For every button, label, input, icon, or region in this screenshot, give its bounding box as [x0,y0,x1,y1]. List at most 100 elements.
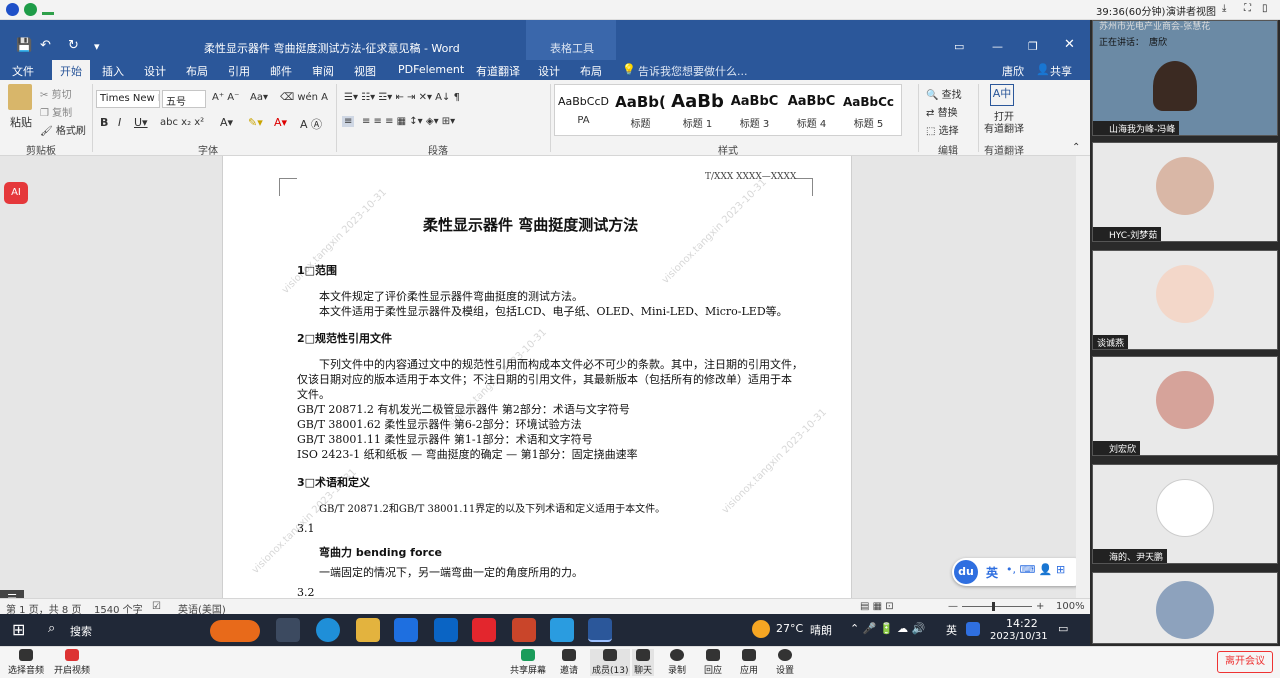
share-button[interactable]: 共享 [1050,63,1072,79]
clock-time[interactable]: 14:22 [1006,617,1038,630]
info-icon[interactable] [6,3,19,16]
taskbar-search[interactable]: 搜索 [70,623,92,639]
speaker-tile[interactable]: 苏州市光电产业商会-张慧花 正在讲话： 唐欣 山海我为峰-冯峰 [1092,20,1278,136]
leave-meeting-button[interactable]: 离开会议 [1217,651,1273,673]
participant-tile[interactable]: 海的、尹天鹏 [1092,464,1278,564]
underline-button[interactable]: U▾ [134,116,148,129]
meeting-app-icon[interactable] [394,618,418,642]
save-icon[interactable]: 💾 [16,38,32,53]
zoom-level[interactable]: 100% [1056,601,1085,612]
strikethrough-button[interactable]: abc x₂ x² [160,117,204,128]
youdao-translate-button[interactable]: 有道翻译 [984,120,1024,135]
record-button[interactable]: 录制 [668,649,686,676]
baidu-ime-icon[interactable]: du [954,560,978,584]
zoom-slider[interactable] [962,606,1032,607]
invite-button[interactable]: 邀请 [560,649,578,676]
view-mode-button[interactable]: 演讲者视图 [1166,3,1216,18]
tab-layout[interactable]: 布局 [186,63,208,79]
tray-ime[interactable]: 英 [946,622,957,638]
powerpoint-icon[interactable] [512,618,536,642]
style-heading3[interactable]: AaBbC 标题 3 [726,89,783,130]
youdao-icon[interactable] [472,618,496,642]
task-view-icon[interactable] [276,618,300,642]
outlook-icon[interactable] [434,618,458,642]
font-size-combo[interactable]: 五号 [162,90,206,108]
tab-design[interactable]: 设计 [144,63,166,79]
tab-review[interactable]: 审阅 [312,63,334,79]
translate-icon[interactable]: A中 [990,84,1014,106]
apps-button[interactable]: 应用 [740,649,758,676]
proofing-icon[interactable]: ☑ [152,601,161,612]
participant-tile[interactable]: 谈诚燕 [1092,250,1278,350]
paste-button[interactable]: 粘贴 [10,114,32,130]
tell-me-search[interactable]: 告诉我您想要做什么... [638,63,748,79]
style-heading1[interactable]: AaBb 标题 1 [669,89,726,130]
share-icon[interactable]: 👤 [1036,63,1050,76]
ime-tools-icons[interactable]: •, ⌨ 👤 ⊞ [1006,563,1065,576]
align-buttons[interactable]: ≡ ≡ ≡ ▦ ↕▾ ◈▾ ⊞▾ [362,116,455,127]
text-effects-button[interactable]: A▾ [220,116,233,129]
app-icon[interactable] [550,618,574,642]
baidu-tray-icon[interactable] [966,622,980,636]
ribbon-display-icon[interactable]: ▭ [954,40,964,53]
clear-format-icon[interactable]: ⌫ wén A [280,92,328,103]
edge-icon[interactable] [316,618,340,642]
vertical-scrollbar[interactable] [1076,156,1090,598]
highlight-icon[interactable]: ✎▾ [248,116,263,129]
notification-icon[interactable]: ▭ [1058,622,1068,635]
paste-icon[interactable] [8,84,32,110]
restore-icon[interactable]: ❐ [1028,40,1038,53]
video-button[interactable]: 开启视频 [54,649,90,676]
tab-references[interactable]: 引用 [228,63,250,79]
tab-mailings[interactable]: 邮件 [270,63,292,79]
participant-tile[interactable]: 刘宏欣 [1092,356,1278,456]
pin-icon[interactable]: ⤓ [1222,3,1226,14]
members-button[interactable]: 成员(13) [590,649,631,676]
chat-button[interactable]: 聊天 [632,649,655,676]
window-icon[interactable]: ▯ [1262,3,1268,14]
collapse-ribbon-icon[interactable]: ⌃ [1072,142,1080,153]
tab-view[interactable]: 视图 [354,63,376,79]
tab-table-design[interactable]: 设计 [538,63,560,79]
zoom-in-icon[interactable]: + [1036,601,1044,612]
minimize-icon[interactable]: — [992,40,1003,53]
font-color-button[interactable]: A▾ [274,116,287,129]
participant-tile[interactable] [1092,572,1278,644]
style-title[interactable]: AaBb(标题 [612,89,669,130]
ai-assistant-icon[interactable]: AI [4,182,28,204]
search-icon[interactable]: ⌕ [48,621,55,636]
undo-icon[interactable]: ↶ [40,38,51,53]
user-name[interactable]: 唐欣 [1002,63,1024,79]
clock-date[interactable]: 2023/10/31 [990,631,1048,642]
bold-button[interactable]: B [100,116,108,129]
settings-button[interactable]: 设置 [776,649,794,676]
style-heading5[interactable]: AaBbCc 标题 5 [840,89,897,130]
char-shading-button[interactable]: A Ⓐ [300,116,322,132]
tab-insert[interactable]: 插入 [102,63,124,79]
share-screen-button[interactable]: 共享屏幕 [510,649,546,676]
style-pa[interactable]: AaBbCcD PA [555,89,612,126]
grow-font-button[interactable]: A⁺ A⁻ [212,92,239,103]
ime-lang-toggle[interactable]: 英 [986,564,998,581]
font-name-combo[interactable]: Times New F [96,90,160,108]
tab-table-layout[interactable]: 布局 [580,63,602,79]
align-left-button[interactable]: ≡ [342,116,355,127]
tab-home[interactable]: 开始 [52,60,90,80]
redo-icon[interactable]: ↻ [68,38,79,53]
quick-access-dropdown-icon[interactable]: ▾ [94,40,100,53]
tab-file[interactable]: 文件 [12,63,34,79]
audio-button[interactable]: 选择音频 [8,649,44,676]
style-heading4[interactable]: AaBbC 标题 4 [783,89,840,130]
bullets-button[interactable]: ☰▾ ☷▾ ☲▾ ⇤ ⇥ ✕▾ A↓ ¶ [344,92,460,103]
tab-pdfelement[interactable]: PDFelement [398,63,464,76]
word-taskbar-icon[interactable] [588,618,612,642]
zoom-thumb[interactable] [992,602,995,611]
tray-icons[interactable]: ⌃ 🎤 🔋 ☁ 🔊 [850,622,925,635]
italic-button[interactable]: I [118,116,121,129]
document-page[interactable]: visionox.tangxin 2023-10-31 visionox.tan… [222,156,852,598]
change-case-button[interactable]: Aa▾ [250,92,268,103]
close-icon[interactable]: ✕ [1064,37,1075,52]
windows-start-icon[interactable]: ⊞ [12,620,25,639]
shield-icon[interactable] [24,3,37,16]
view-buttons[interactable]: ▤ ▦ ⊡ [860,601,894,612]
